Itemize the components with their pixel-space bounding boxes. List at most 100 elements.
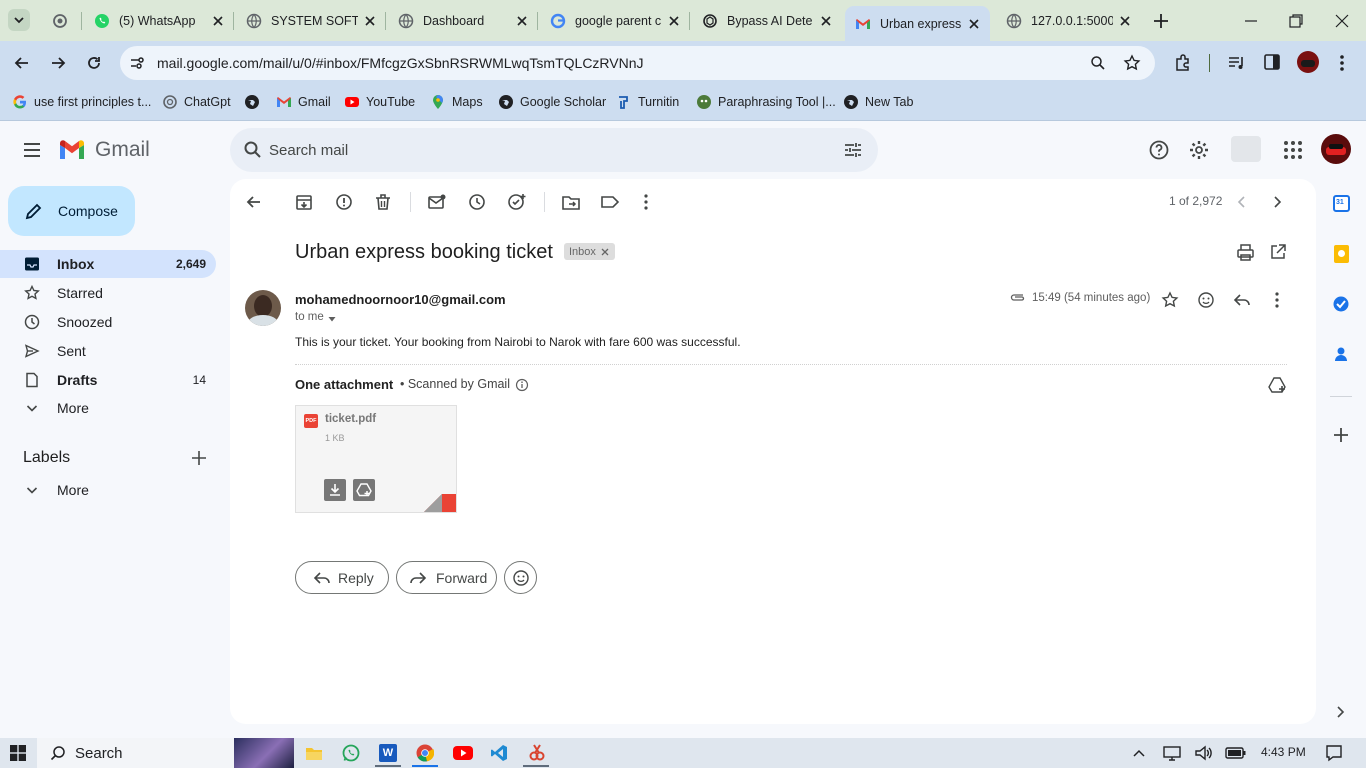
create-label-plus-icon[interactable]: [191, 450, 207, 466]
bookmark-new-tab[interactable]: New Tab: [843, 94, 913, 110]
close-icon[interactable]: [820, 15, 832, 27]
taskbar-search-box[interactable]: Search: [37, 738, 294, 768]
archive-icon[interactable]: [294, 192, 314, 212]
network-icon[interactable]: [1162, 744, 1182, 762]
browser-tab-dashboard[interactable]: Dashboard: [388, 0, 538, 41]
close-icon[interactable]: [364, 15, 376, 27]
tab-search-button[interactable]: [8, 9, 30, 31]
vscode-icon[interactable]: [490, 744, 508, 762]
reply-button[interactable]: Reply: [295, 561, 389, 594]
search-options-icon[interactable]: [843, 140, 863, 160]
chrome-icon[interactable]: [416, 744, 434, 762]
reload-icon[interactable]: [85, 54, 103, 72]
browser-tab-whatsapp[interactable]: (5) WhatsApp: [84, 0, 234, 41]
browser-tab-gmail-active[interactable]: Urban express b: [845, 6, 990, 41]
bookmark-first-principles[interactable]: use first principles t...: [12, 94, 151, 110]
main-menu-icon[interactable]: [22, 140, 42, 160]
media-control-icon[interactable]: [1227, 53, 1247, 73]
zoom-icon[interactable]: [1090, 55, 1106, 71]
nav-item-more[interactable]: More: [0, 394, 216, 422]
forward-button[interactable]: Forward: [396, 561, 497, 594]
download-attachment-button[interactable]: [324, 479, 346, 501]
mark-unread-icon[interactable]: [427, 192, 447, 212]
inbox-label-chip[interactable]: Inbox: [564, 243, 615, 260]
site-info-icon[interactable]: [129, 55, 145, 71]
open-new-window-icon[interactable]: [1269, 243, 1287, 261]
bookmark-gmail[interactable]: Gmail: [276, 94, 331, 110]
message-more-options-icon[interactable]: [1268, 291, 1286, 309]
extensions-icon[interactable]: [1173, 53, 1193, 73]
close-window-icon[interactable]: [1334, 13, 1350, 29]
move-to-folder-icon[interactable]: [561, 192, 581, 212]
older-chevron-right-icon[interactable]: [1267, 192, 1287, 212]
restore-window-icon[interactable]: [1288, 13, 1304, 29]
back-to-inbox-icon[interactable]: [244, 192, 264, 212]
nav-item-inbox[interactable]: Inbox 2,649: [0, 250, 216, 278]
close-icon[interactable]: [968, 18, 980, 30]
close-icon[interactable]: [1119, 15, 1131, 27]
show-hidden-icons-chevron-icon[interactable]: [1132, 746, 1146, 760]
sender-avatar[interactable]: [245, 290, 281, 326]
label-tag-icon[interactable]: [600, 192, 620, 212]
bookmark-chatgpt[interactable]: ChatGpt: [162, 94, 231, 110]
add-to-drive-icon[interactable]: [1268, 376, 1286, 394]
minimize-icon[interactable]: [1242, 14, 1260, 28]
bookmark-turnitin[interactable]: Turnitin: [616, 94, 679, 110]
youtube-icon[interactable]: [453, 745, 473, 761]
close-icon[interactable]: [212, 15, 224, 27]
account-switcher-icon[interactable]: [1231, 136, 1261, 162]
apps-grid-icon[interactable]: [1283, 140, 1303, 160]
bookmark-star-icon[interactable]: [1123, 54, 1141, 72]
back-arrow-icon[interactable]: [13, 54, 31, 72]
close-icon[interactable]: [668, 15, 680, 27]
address-bar[interactable]: mail.google.com/mail/u/0/#inbox/FMfcgzGx…: [120, 46, 1155, 80]
browser-tab-chatgpt[interactable]: [42, 0, 82, 41]
add-to-tasks-icon[interactable]: [507, 192, 527, 212]
bookmark-globe[interactable]: [244, 94, 266, 110]
forward-arrow-icon[interactable]: [49, 54, 67, 72]
side-panel-calendar[interactable]: 31: [1333, 195, 1350, 212]
newer-chevron-left-icon[interactable]: [1232, 192, 1252, 212]
search-input[interactable]: Search mail: [269, 142, 348, 159]
account-avatar[interactable]: [1321, 134, 1351, 164]
windows-start-icon[interactable]: [10, 745, 26, 761]
settings-gear-icon[interactable]: [1188, 139, 1210, 161]
reply-arrow-icon[interactable]: [1233, 291, 1251, 309]
browser-tab-localhost[interactable]: 127.0.0.1:5000/: [996, 0, 1141, 41]
remove-label-close-icon[interactable]: [600, 247, 610, 257]
sender-email[interactable]: mohamednoornoor10@gmail.com: [295, 292, 506, 307]
browser-tab-system-software[interactable]: SYSTEM SOFTW: [236, 0, 386, 41]
bookmark-maps[interactable]: Maps: [430, 94, 483, 110]
side-panel-tasks-icon[interactable]: [1332, 295, 1350, 313]
search-icon[interactable]: [243, 140, 263, 160]
info-icon[interactable]: [515, 378, 529, 392]
notifications-icon[interactable]: [1325, 744, 1343, 762]
whatsapp-icon[interactable]: [342, 744, 360, 762]
get-addons-plus-icon[interactable]: [1333, 427, 1349, 443]
labels-more[interactable]: More: [0, 476, 216, 504]
side-panel-contacts-icon[interactable]: [1333, 346, 1349, 362]
new-tab-plus-icon[interactable]: [1152, 12, 1170, 30]
nav-item-sent[interactable]: Sent: [0, 337, 216, 365]
profile-avatar[interactable]: [1297, 51, 1319, 73]
close-icon[interactable]: [516, 15, 528, 27]
nav-item-starred[interactable]: Starred: [0, 279, 216, 307]
add-reaction-emoji-icon[interactable]: [1197, 291, 1215, 309]
more-options-icon[interactable]: [636, 192, 656, 212]
word-icon[interactable]: W: [379, 744, 397, 762]
search-bar[interactable]: Search mail: [230, 128, 878, 172]
nav-item-drafts[interactable]: Drafts 14: [0, 366, 216, 394]
bookmark-google-scholar[interactable]: Google Scholar: [498, 94, 606, 110]
compose-button[interactable]: Compose: [8, 186, 135, 236]
battery-icon[interactable]: [1225, 746, 1247, 760]
browser-tab-google-search[interactable]: google parent c: [540, 0, 690, 41]
file-explorer-icon[interactable]: [305, 744, 323, 762]
browser-tab-bypass-ai[interactable]: Bypass AI Dete: [692, 0, 842, 41]
help-icon[interactable]: [1148, 139, 1170, 161]
browser-menu-icon[interactable]: [1338, 53, 1346, 73]
emoji-reaction-button[interactable]: [504, 561, 537, 594]
hide-side-panel-chevron-icon[interactable]: [1335, 705, 1347, 719]
volume-icon[interactable]: [1194, 744, 1214, 762]
nav-item-snoozed[interactable]: Snoozed: [0, 308, 216, 336]
gmail-logo[interactable]: Gmail: [58, 138, 150, 162]
